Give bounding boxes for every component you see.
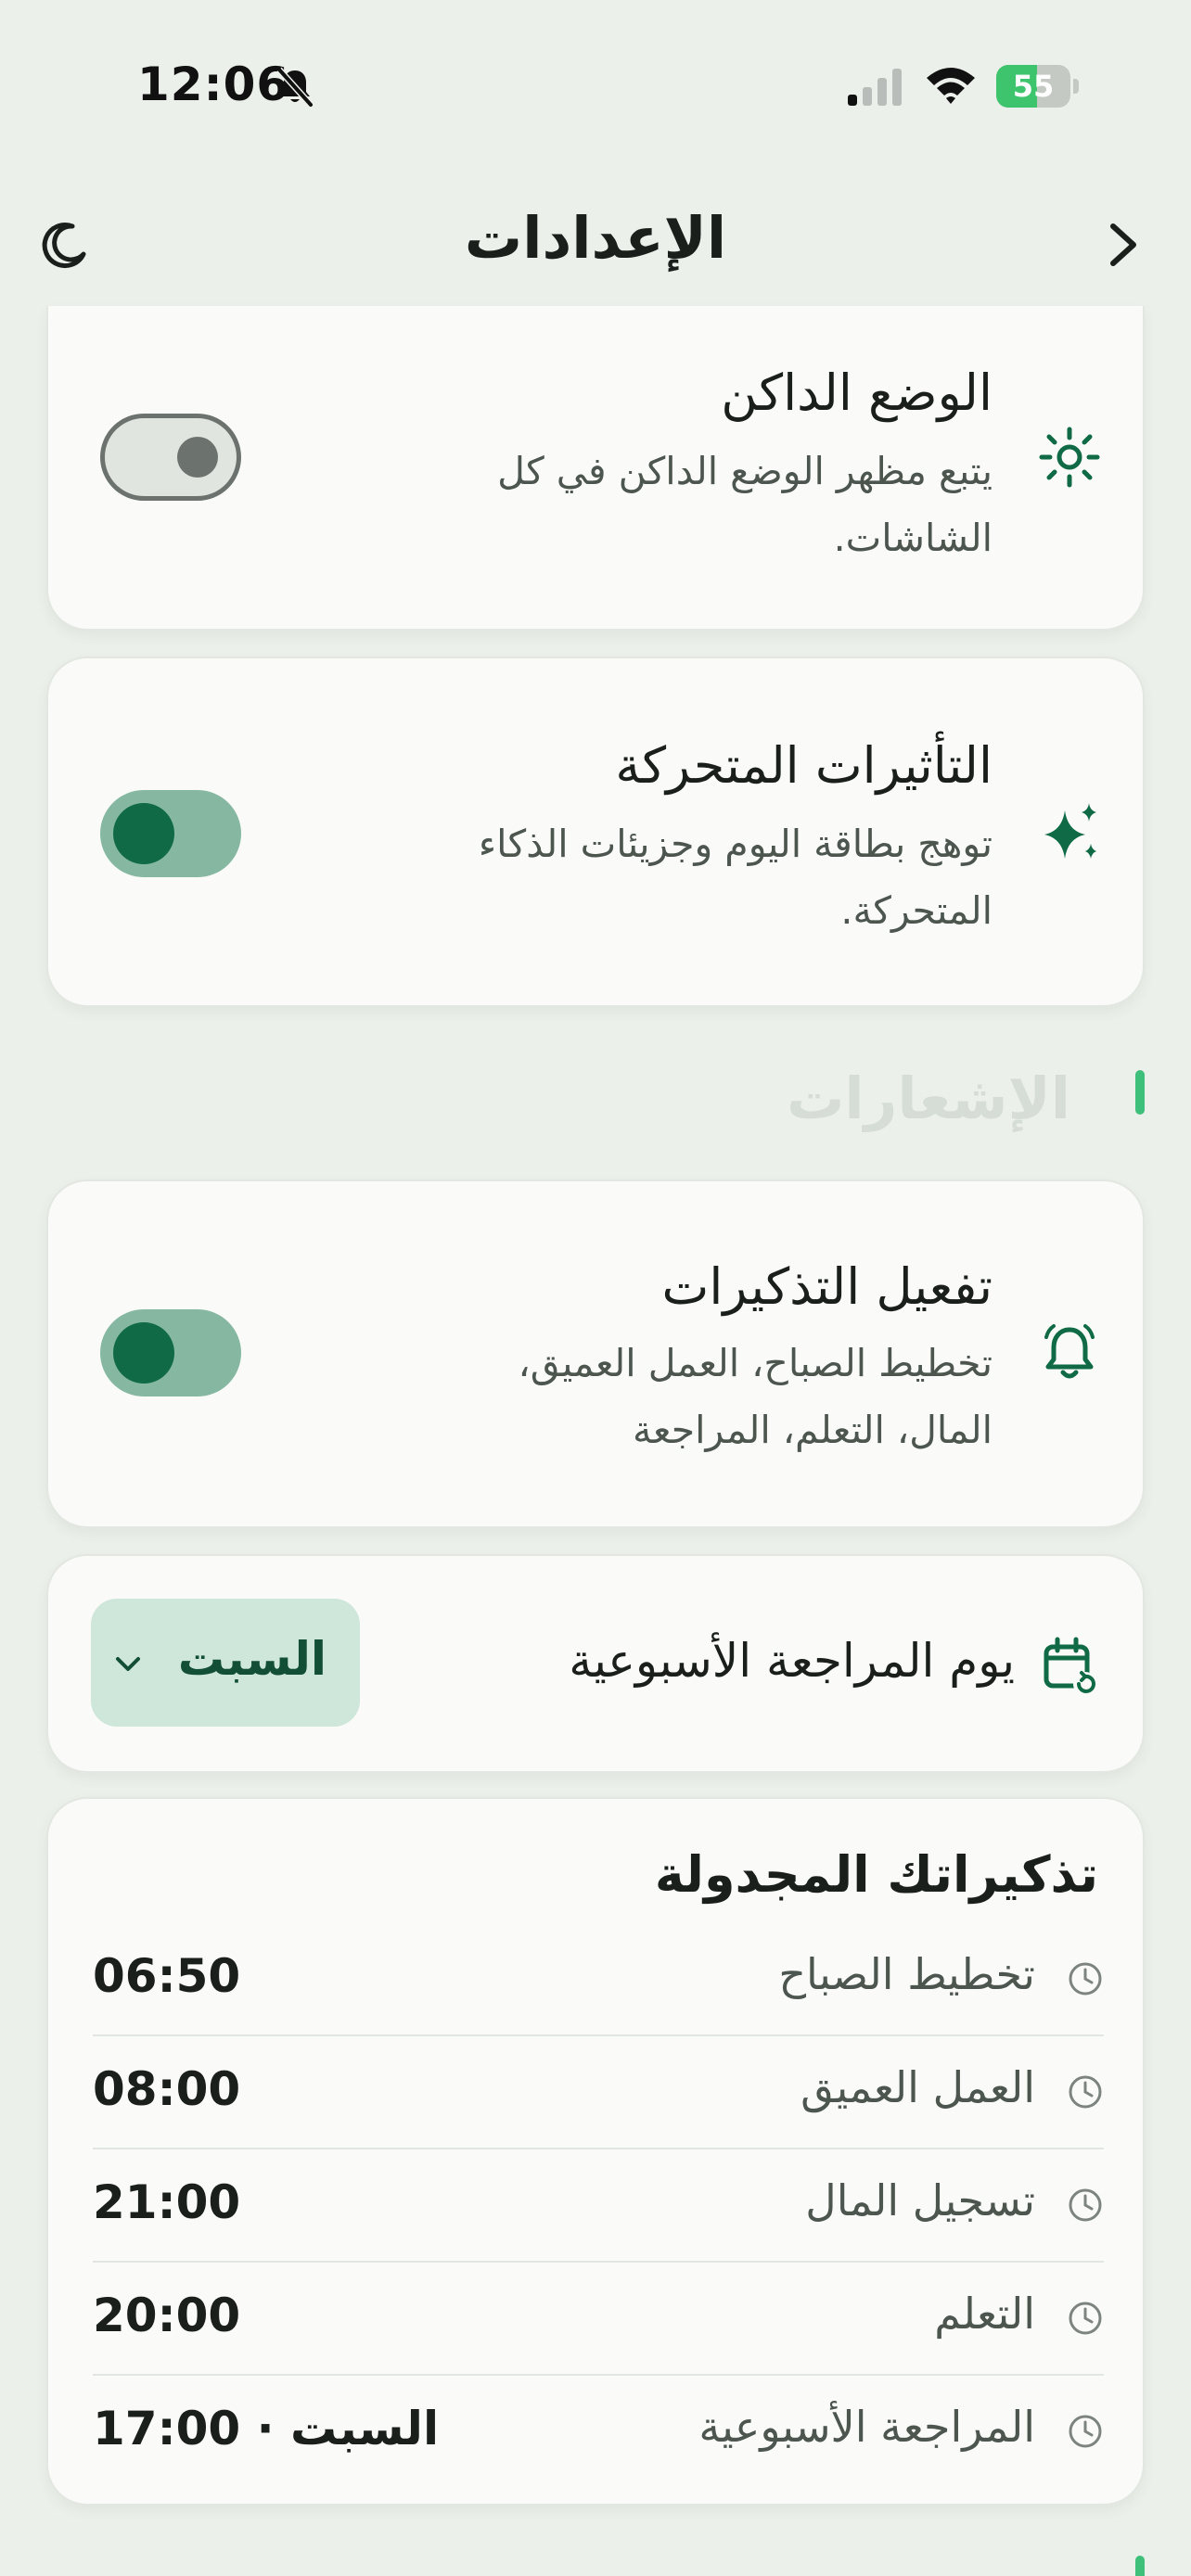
clock-icon: [1069, 2188, 1102, 2222]
reminders-toggle[interactable]: [100, 1309, 241, 1396]
dark-mode-toggle[interactable]: [100, 414, 241, 501]
sun-icon: [1039, 427, 1100, 488]
weekly-review-day-select[interactable]: السبت: [91, 1599, 360, 1727]
schedule-time: 08:00: [93, 2062, 241, 2116]
schedule-time: 21:00: [93, 2175, 241, 2229]
notifications-section-title: الإشعارات: [787, 1065, 1070, 1132]
animations-toggle[interactable]: [100, 790, 241, 877]
scheduled-reminders-card: تذكيراتك المجدولة تخطيط الصباح 06:50 الع…: [46, 1797, 1145, 2506]
status-bar: 12:06 55: [0, 0, 1191, 176]
dark-mode-description: يتبع مظهر الوضع الداكن في كل الشاشات.: [497, 449, 992, 560]
sparkles-icon: [1044, 803, 1096, 859]
clock-icon: [1069, 2302, 1102, 2335]
reminders-description: تخطيط الصباح، العمل العميق، المال، التعل…: [518, 1341, 992, 1452]
battery-percent: 55: [1012, 69, 1055, 104]
clock-icon: [1069, 2075, 1102, 2109]
nav-bar: الإعدادات: [0, 176, 1191, 315]
schedule-label: التعلم: [934, 2289, 1035, 2339]
section-accent-bar: [1135, 1070, 1145, 1115]
status-time: 12:06: [137, 57, 290, 111]
animations-card: التأثيرات المتحركة توهج بطاقة اليوم وجزي…: [46, 657, 1145, 1007]
settings-screen: 12:06 55 الإعدادات الوضع الداكن يتبع مظه…: [0, 0, 1191, 2576]
weekly-review-label: يوم المراجعة الأسبوعية: [569, 1634, 1015, 1688]
schedule-row: المراجعة الأسبوعية السبت · 17:00: [93, 2376, 1104, 2489]
schedule-row: تسجيل المال 21:00: [93, 2149, 1104, 2263]
schedule-time: 06:50: [93, 1949, 241, 2003]
weekly-review-day-value: السبت: [177, 1632, 327, 1686]
bell-icon: [1044, 1324, 1095, 1379]
schedule-label: المراجعة الأسبوعية: [698, 2402, 1035, 2452]
bell-off-icon: [276, 67, 314, 108]
reminders-title: تفعيل التذكيرات: [661, 1257, 992, 1316]
schedule-row: تخطيط الصباح 06:50: [93, 1923, 1104, 2036]
reminders-card: تفعيل التذكيرات تخطيط الصباح، العمل العم…: [46, 1180, 1145, 1528]
clock-icon: [1069, 1962, 1102, 1996]
schedule-label: العمل العميق: [800, 2062, 1035, 2112]
schedule-label: تخطيط الصباح: [778, 1949, 1035, 1999]
cellular-signal-icon: [848, 69, 902, 106]
schedule-label: تسجيل المال: [805, 2175, 1035, 2225]
wifi-icon: [927, 68, 975, 104]
clock-icon: [1069, 2415, 1102, 2448]
dark-mode-card: الوضع الداكن يتبع مظهر الوضع الداكن في ك…: [46, 306, 1145, 631]
schedule-time: 20:00: [93, 2289, 241, 2342]
chevron-right-icon[interactable]: [1093, 215, 1152, 274]
animations-title: التأثيرات المتحركة: [615, 736, 992, 795]
calendar-repeat-icon: [1044, 1637, 1097, 1696]
schedule-time: السبت · 17:00: [93, 2402, 440, 2455]
schedule-row: العمل العميق 08:00: [93, 2036, 1104, 2149]
dark-mode-title: الوضع الداكن: [721, 363, 992, 422]
page-title: الإعدادات: [464, 204, 727, 272]
scheduled-reminders-title: تذكيراتك المجدولة: [654, 1845, 1098, 1904]
section-accent-bar: [1135, 2556, 1145, 2576]
chevron-down-icon: [116, 1657, 140, 1671]
schedule-row: التعلم 20:00: [93, 2263, 1104, 2376]
battery-indicator: 55: [996, 65, 1080, 108]
animations-description: توهج بطاقة اليوم وجزيئات الذكاء المتحركة…: [478, 822, 992, 933]
weekly-review-card: يوم المراجعة الأسبوعية السبت: [46, 1554, 1145, 1773]
